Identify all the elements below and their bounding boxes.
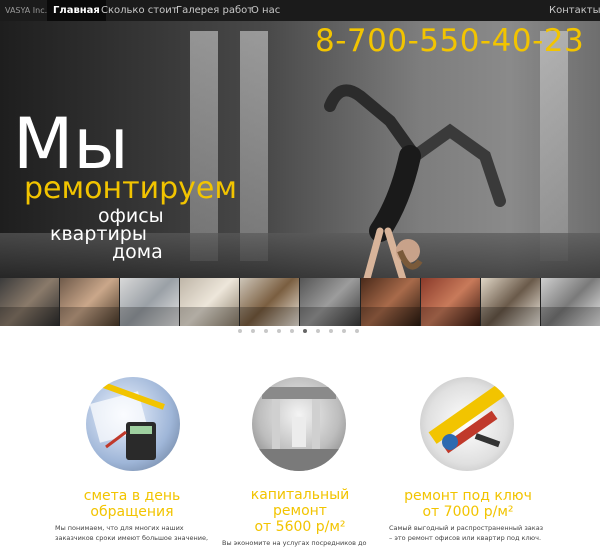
carousel-dot[interactable] [355,329,359,333]
carousel-thumb[interactable] [420,278,481,326]
top-navbar: VASYA Inc. Главная Сколько стоит Галерея… [0,0,600,21]
feature-title-line: от 5600 р/м² [254,519,346,535]
carousel-thumb[interactable] [180,278,241,326]
feature-title-line: ремонт [273,503,327,519]
feature-text-renovation: Вы экономите на услугах посредников до [222,538,367,547]
feature-title-line: капитальный [250,487,350,503]
brand-logo[interactable]: VASYA Inc. [5,0,47,21]
carousel-thumb[interactable] [0,278,61,326]
carousel-pagination [238,329,359,333]
nav-item-contacts[interactable]: Контакты [543,0,600,21]
carousel-dot[interactable] [290,329,294,333]
carousel-thumb[interactable] [480,278,541,326]
carousel-dot[interactable] [264,329,268,333]
construction-site-icon [252,387,346,471]
phone-number[interactable]: 8-700-550-40-23 [315,23,584,59]
hero-heading-big: Мы [13,103,129,185]
feature-text-line: заказчиков сроки имеют большое значение, [55,534,209,542]
carousel-dot[interactable] [277,329,281,333]
carousel-thumb[interactable] [540,278,600,326]
carousel-dot[interactable] [238,329,242,333]
renovation-image [252,377,346,471]
feature-text-line: Вы экономите на услугах посредников до [222,539,367,547]
feature-title-line: смета в день [83,488,181,504]
feature-title-line: обращения [90,504,174,520]
carousel-thumbnails [0,278,600,326]
feature-title-estimate: смета в день обращения [47,488,217,520]
carousel-thumb[interactable] [120,278,181,326]
feature-title-line: ремонт под ключ [404,488,532,504]
calculator-blueprint-icon [89,380,165,460]
carousel-dot[interactable] [329,329,333,333]
hero-window-decor [540,31,568,261]
hero-window-decor [190,31,218,261]
carousel-dot[interactable] [251,329,255,333]
tools-level-icon [428,384,506,454]
carousel-dot-active[interactable] [303,329,307,333]
feature-text-line: Самый выгодный и распространенный заказ [389,524,544,532]
hero-line-houses: дома [112,241,163,263]
hero-heading-yellow: ремонтируем [24,171,237,206]
feature-title-line: от 7000 р/м² [422,504,514,520]
estimate-image [86,377,180,471]
hero-banner: 8-700-550-40-23 Мы ремонтируем офисы ква… [0,21,600,278]
carousel-thumb[interactable] [240,278,301,326]
hero-window-decor [240,31,268,261]
carousel-thumb[interactable] [60,278,121,326]
feature-text-turnkey: Самый выгодный и распространенный заказ … [389,523,543,543]
carousel-dot[interactable] [342,329,346,333]
feature-text-line: Мы понимаем, что для многих наших [55,524,184,532]
feature-text-estimate: Мы понимаем, что для многих наших заказч… [55,523,208,543]
carousel-thumb[interactable] [360,278,421,326]
carousel-thumb[interactable] [300,278,361,326]
turnkey-image [420,377,514,471]
feature-text-line: – это ремонт офисов или квартир под ключ… [389,534,542,542]
handstand-figure-image [324,84,506,278]
feature-title-turnkey: ремонт под ключ от 7000 р/м² [383,488,553,520]
feature-title-renovation: капитальный ремонт от 5600 р/м² [215,487,385,535]
carousel-dot[interactable] [316,329,320,333]
nav-item-about[interactable]: О нас [245,0,286,21]
